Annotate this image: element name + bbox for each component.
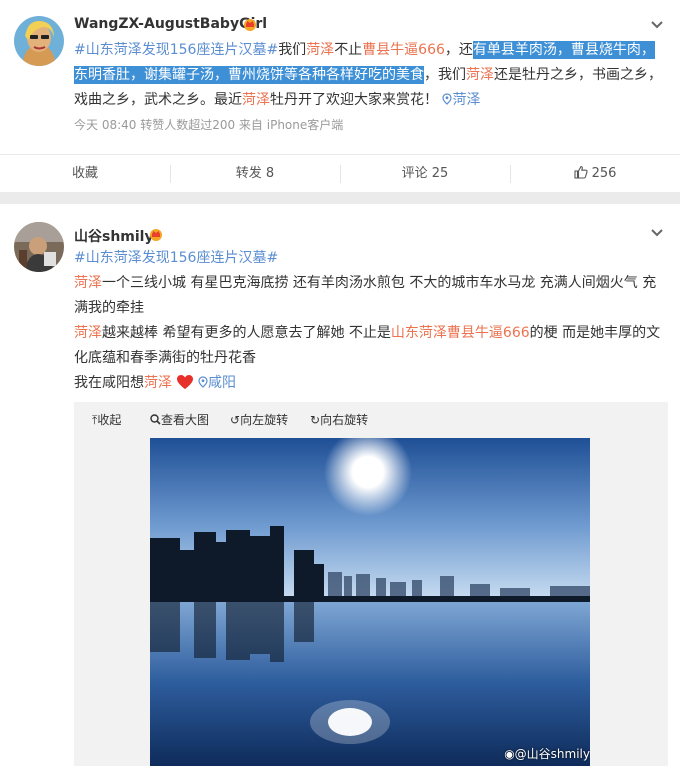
- location-label: 菏泽: [452, 92, 481, 108]
- text-segment: 越来越棒 希望有更多的人愿意去了解她 不止是: [102, 325, 391, 341]
- weibo-post-2: 山谷shmily #山东菏泽发现156座连片汉墓# 菏泽一个三线小城 有星巴克海…: [0, 204, 680, 766]
- thumb-up-icon: [574, 165, 588, 179]
- rotate-right-label: 向右旋转: [320, 413, 369, 427]
- post-meta: 今天 08:40 转赞人数超过200 来自 iPhone客户端: [74, 118, 344, 132]
- zoom-icon: [150, 414, 161, 425]
- username[interactable]: 山谷shmily: [74, 226, 154, 246]
- keyword-link[interactable]: 菏泽: [144, 375, 172, 391]
- collapse-label: 收起: [97, 413, 122, 427]
- weibo-icon: ◉: [504, 747, 515, 761]
- keyword-link[interactable]: 菏泽: [74, 325, 102, 341]
- text-segment: ，我们: [424, 67, 466, 83]
- action-bar: 收藏 转发 8 评论 25 256: [0, 154, 680, 192]
- chevron-down-icon[interactable]: [650, 20, 664, 30]
- post-text: #山东菏泽发现156座连片汉墓#我们菏泽不止曹县牛逼666，还有单县羊肉汤，曹县…: [74, 38, 668, 113]
- location-link[interactable]: 菏泽: [442, 92, 480, 108]
- text-segment: 牡丹开了欢迎大家来赏花！: [270, 92, 438, 108]
- topic-link[interactable]: #山东菏泽发现156座连片汉墓#: [74, 42, 278, 58]
- rotate-right-button[interactable]: ↻向右旋转: [310, 410, 368, 430]
- keyword-link[interactable]: 菏泽: [242, 92, 270, 108]
- topic-link[interactable]: #山东菏泽发现156座连片汉墓#: [74, 250, 278, 266]
- rotate-left-icon: ↺: [230, 413, 241, 427]
- highlighted-text: 有单县羊肉汤，曹县烧牛肉，: [472, 41, 655, 59]
- location-icon: [198, 376, 208, 388]
- keyword-link[interactable]: 山东菏泽曹县牛逼666: [391, 325, 530, 341]
- watermark-label: @山谷shmily: [514, 747, 590, 761]
- collect-label: 收藏: [71, 166, 98, 181]
- crown-icon: [150, 229, 162, 241]
- watermark: ◉@山谷shmily: [504, 745, 590, 762]
- media-panel: ⤒收起 查看大图 ↺向左旋转 ↻向右旋转 ◉@山谷shmily: [74, 402, 668, 766]
- collapse-button[interactable]: ⤒收起: [92, 410, 121, 430]
- rotate-left-label: 向左旋转: [240, 413, 289, 427]
- post-photo[interactable]: ◉@山谷shmily: [150, 438, 590, 766]
- location-link[interactable]: 咸阳: [198, 375, 236, 391]
- comment-label: 评论 25: [401, 166, 449, 181]
- view-large-label: 查看大图: [161, 413, 210, 427]
- repost-label: 转发 8: [235, 166, 275, 181]
- collect-button[interactable]: 收藏: [0, 155, 170, 193]
- like-count: 256: [591, 166, 617, 181]
- text-segment: ，还: [444, 42, 473, 58]
- post-text: #山东菏泽发现156座连片汉墓# 菏泽一个三线小城 有星巴克海底捞 还有羊肉汤水…: [74, 246, 668, 396]
- text-segment: 我们: [278, 42, 307, 58]
- username[interactable]: WangZX-AugustBabyGirl: [74, 16, 267, 32]
- city-lake-photo: [150, 438, 590, 766]
- comment-button[interactable]: 评论 25: [340, 155, 510, 193]
- text-segment: 一个三线小城 有星巴克海底捞 还有羊肉汤水煎包 不大的城市车水马龙 充满人间烟火…: [74, 275, 657, 316]
- keyword-link[interactable]: 菏泽: [74, 275, 102, 291]
- text-segment: 不止: [334, 42, 363, 58]
- heart-icon: [177, 375, 193, 389]
- location-label: 咸阳: [208, 375, 236, 391]
- weibo-post-1: WangZX-AugustBabyGirl #山东菏泽发现156座连片汉墓#我们…: [0, 0, 680, 192]
- like-button[interactable]: 256: [510, 155, 680, 193]
- rotate-right-icon: ↻: [310, 413, 321, 427]
- keyword-link[interactable]: 曹县牛逼666: [362, 42, 445, 58]
- keyword-link[interactable]: 菏泽: [466, 67, 494, 83]
- view-large-button[interactable]: 查看大图: [150, 410, 209, 430]
- repost-button[interactable]: 转发 8: [170, 155, 340, 193]
- chevron-down-icon[interactable]: [650, 228, 664, 238]
- location-icon: [442, 93, 453, 105]
- text-segment: 我在咸阳想: [74, 375, 144, 391]
- rotate-left-button[interactable]: ↺向左旋转: [230, 410, 288, 430]
- avatar[interactable]: [14, 222, 64, 272]
- highlighted-text: 东明香肚，谢集罐子汤，曹州烧饼等各种各样好吃的美食: [74, 66, 424, 84]
- crown-icon: [244, 19, 256, 31]
- keyword-link[interactable]: 菏泽: [306, 42, 334, 58]
- avatar[interactable]: [14, 16, 64, 66]
